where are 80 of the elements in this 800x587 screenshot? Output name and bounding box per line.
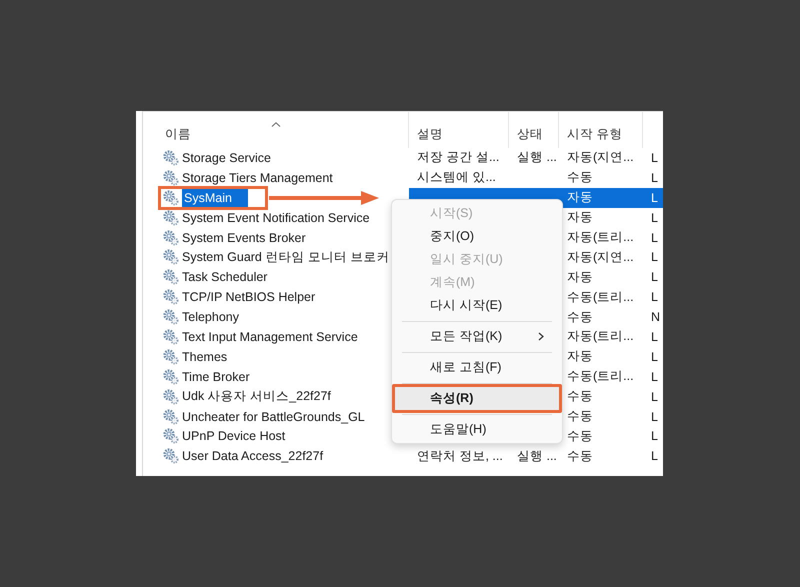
table-cell: L bbox=[651, 230, 658, 244]
menu-item[interactable]: 중지(O) bbox=[396, 225, 558, 248]
service-name[interactable]: Time Broker bbox=[182, 370, 250, 384]
table-cell: 수동(트리... bbox=[567, 288, 634, 306]
table-cell: 자동(트리... bbox=[567, 229, 634, 246]
table-cell: L bbox=[651, 330, 658, 344]
table-cell: 실행 ... bbox=[517, 149, 557, 166]
service-name[interactable]: UPnP Device Host bbox=[182, 429, 286, 444]
table-cell: 수동 bbox=[567, 169, 593, 186]
service-name[interactable]: Uncheater for BattleGrounds_GL bbox=[182, 410, 365, 424]
gears-icon bbox=[163, 249, 179, 266]
table-cell: 자동 bbox=[567, 268, 593, 286]
service-name[interactable]: TCP/IP NetBIOS Helper bbox=[182, 290, 316, 304]
table-cell: 연락처 정보, ... bbox=[417, 448, 503, 465]
gears-icon bbox=[163, 368, 179, 385]
gears-icon bbox=[163, 289, 179, 306]
table-cell: L bbox=[651, 270, 658, 284]
table-cell: L bbox=[651, 449, 658, 464]
service-name[interactable]: Themes bbox=[182, 350, 228, 364]
service-name[interactable]: Telephony bbox=[182, 310, 239, 324]
table-cell: L bbox=[651, 170, 658, 185]
service-name[interactable]: Udk 사용자 서비스_22f27f bbox=[182, 388, 331, 406]
table-cell: L bbox=[651, 410, 658, 424]
table-cell: 수동(트리... bbox=[567, 368, 634, 386]
service-name[interactable]: System Guard 런타임 모니터 브로커 bbox=[182, 248, 390, 266]
gears-icon bbox=[163, 170, 179, 186]
table-cell: 자동 bbox=[567, 348, 593, 366]
column-header[interactable]: 시작 유형 bbox=[567, 126, 622, 143]
menu-item[interactable]: 새로 고침(F) bbox=[396, 356, 558, 379]
table-cell: L bbox=[651, 429, 658, 444]
gears-icon bbox=[163, 388, 179, 405]
menu-item[interactable]: 모든 작업(K) bbox=[396, 325, 558, 348]
table-cell: L bbox=[651, 370, 658, 384]
column-header[interactable]: 상태 bbox=[517, 126, 543, 143]
table-cell: 자동(지연... bbox=[567, 248, 634, 266]
gears-icon bbox=[163, 210, 179, 226]
table-cell: 수동 bbox=[567, 388, 593, 406]
menu-item[interactable]: 다시 시작(E) bbox=[396, 294, 558, 317]
table-cell: 실행 ... bbox=[517, 448, 557, 465]
gears-icon bbox=[163, 150, 179, 166]
gears-icon bbox=[163, 190, 179, 206]
table-cell: L bbox=[651, 250, 658, 264]
menu-item[interactable]: 속성(R) bbox=[392, 384, 562, 413]
gears-icon bbox=[163, 309, 179, 326]
table-cell: L bbox=[651, 210, 658, 225]
gears-icon bbox=[163, 348, 179, 365]
table-cell: 자동 bbox=[567, 189, 593, 206]
gears-icon bbox=[163, 230, 179, 246]
service-name[interactable]: User Data Access_22f27f bbox=[182, 449, 324, 464]
table-cell: 수동 bbox=[567, 308, 593, 326]
table-cell: 자동(트리... bbox=[567, 328, 634, 346]
service-name[interactable]: SysMain bbox=[182, 188, 248, 207]
service-name[interactable]: Storage Tiers Management bbox=[182, 170, 333, 185]
table-cell: L bbox=[651, 290, 658, 304]
service-name[interactable]: Task Scheduler bbox=[182, 270, 268, 284]
table-cell: 수동 bbox=[567, 428, 593, 445]
table-cell: 자동(지연... bbox=[567, 149, 634, 166]
service-name[interactable]: Storage Service bbox=[182, 150, 271, 165]
gears-icon bbox=[163, 428, 179, 444]
table-cell: L bbox=[651, 150, 658, 165]
chevron-right-icon bbox=[538, 332, 544, 341]
table-cell: 수동 bbox=[567, 408, 593, 426]
column-header[interactable]: 설명 bbox=[417, 126, 443, 143]
service-name[interactable]: System Events Broker bbox=[182, 230, 306, 244]
column-header[interactable]: 이름 bbox=[165, 126, 191, 143]
table-cell: L bbox=[651, 190, 658, 205]
service-name[interactable]: System Event Notification Service bbox=[182, 210, 370, 225]
gears-icon bbox=[163, 448, 179, 464]
table-cell: L bbox=[651, 350, 658, 364]
table-cell: L bbox=[651, 390, 658, 404]
gears-icon bbox=[163, 408, 179, 425]
table-cell: 수동 bbox=[567, 448, 593, 465]
table-cell: 저장 공간 설... bbox=[417, 149, 500, 166]
menu-item[interactable]: 도움말(H) bbox=[396, 418, 558, 441]
table-cell: 자동 bbox=[567, 209, 593, 226]
gears-icon bbox=[163, 328, 179, 345]
table-cell: N bbox=[651, 310, 660, 324]
table-cell: 시스템에 있... bbox=[417, 169, 496, 186]
service-name[interactable]: Text Input Management Service bbox=[182, 330, 358, 344]
gears-icon bbox=[163, 269, 179, 286]
